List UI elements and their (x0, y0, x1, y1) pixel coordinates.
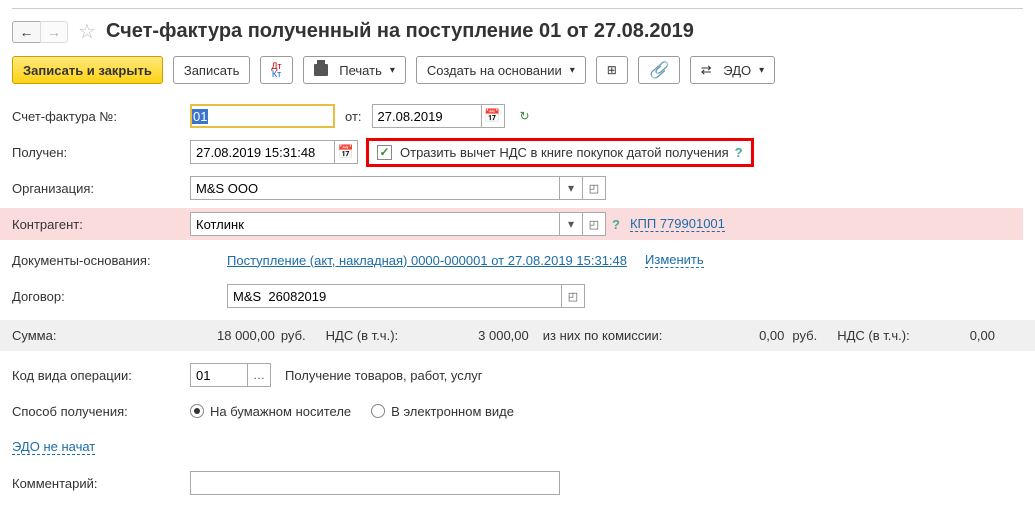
recv-mode-label: Способ получения: (12, 404, 190, 419)
edo-button[interactable]: ⇄ ЭДО▾ (690, 56, 775, 84)
radio-on-icon (190, 404, 204, 418)
vat2-label: НДС (в т.ч.): (837, 328, 910, 343)
vat-label: НДС (в т.ч.): (326, 328, 399, 343)
save-button[interactable]: Записать (173, 56, 251, 84)
edo-icon: ⇄ (701, 63, 712, 78)
received-datetime-input[interactable] (190, 140, 335, 164)
org-label: Организация: (12, 181, 190, 196)
chevron-down-icon: ▾ (759, 65, 764, 76)
invoice-num-input[interactable]: 01 (190, 104, 335, 128)
from-label: от: (345, 109, 362, 124)
refresh-button[interactable]: ↻ (513, 104, 537, 128)
nav-forward-button[interactable]: → (40, 21, 68, 43)
basis-document-link[interactable]: Поступление (акт, накладная) 0000-000001… (227, 253, 627, 268)
opcode-label: Код вида операции: (12, 368, 190, 383)
chevron-down-icon: ▾ (390, 65, 395, 76)
calendar-button[interactable]: 📅 (481, 104, 505, 128)
favorite-star-icon[interactable]: ☆ (78, 19, 96, 44)
kpp-link[interactable]: КПП 779901001 (630, 216, 725, 232)
rub-label-2: руб. (792, 328, 817, 343)
attachment-button[interactable]: 📎 (638, 56, 680, 84)
sum-value: 18 000,00 (217, 328, 275, 343)
contractor-open-button[interactable]: ◰ (582, 212, 606, 236)
vat-deduction-checkbox[interactable]: ✓ (377, 145, 392, 160)
help-icon[interactable]: ? (612, 217, 620, 232)
vat-checkbox-label: Отразить вычет НДС в книге покупок датой… (400, 145, 729, 160)
radio-off-icon (371, 404, 385, 418)
contract-input[interactable] (227, 284, 562, 308)
vat2-value: 0,00 (970, 328, 995, 343)
sum-label: Сумма: (12, 328, 177, 343)
nav-back-button[interactable]: ← (12, 21, 40, 43)
received-label: Получен: (12, 145, 190, 160)
print-button[interactable]: Печать▾ (303, 56, 406, 84)
org-open-button[interactable]: ◰ (582, 176, 606, 200)
printer-icon (314, 64, 328, 76)
recv-electronic-radio[interactable]: В электронном виде (371, 404, 514, 419)
calendar-button[interactable]: 📅 (334, 140, 358, 164)
rub-label: руб. (281, 328, 306, 343)
page-title: Счет-фактура полученный на поступление 0… (106, 20, 694, 43)
help-icon[interactable]: ? (735, 145, 743, 160)
docs-basis-label: Документы-основания: (12, 253, 227, 268)
structure-icon: ⊞ (607, 63, 617, 77)
org-dropdown-button[interactable]: ▾ (559, 176, 583, 200)
expand-icon: ◰ (568, 290, 578, 303)
paperclip-icon: 📎 (649, 60, 669, 80)
opcode-description: Получение товаров, работ, услуг (285, 368, 483, 383)
recv-paper-radio[interactable]: На бумажном носителе (190, 404, 351, 419)
comment-input[interactable] (190, 471, 560, 495)
contractor-label: Контрагент: (12, 217, 190, 232)
comment-label: Комментарий: (12, 476, 190, 491)
invoice-num-label: Счет-фактура №: (12, 109, 190, 124)
save-and-close-button[interactable]: Записать и закрыть (12, 56, 163, 84)
vat-value: 3 000,00 (478, 328, 529, 343)
contractor-input[interactable] (190, 212, 560, 236)
vat-highlight-box: ✓ Отразить вычет НДС в книге покупок дат… (366, 138, 754, 167)
edo-status-link[interactable]: ЭДО не начат (12, 439, 95, 455)
opcode-select-button[interactable]: … (247, 363, 271, 387)
opcode-input[interactable] (190, 363, 248, 387)
org-input[interactable] (190, 176, 560, 200)
dtkt-icon: ДтКт (271, 62, 281, 78)
arrow-left-icon: ← (20, 24, 34, 40)
contract-open-button[interactable]: ◰ (561, 284, 585, 308)
create-based-on-button[interactable]: Создать на основании▾ (416, 56, 586, 84)
commission-label: из них по комиссии: (543, 328, 663, 343)
structure-button[interactable]: ⊞ (596, 56, 628, 84)
expand-icon: ◰ (589, 218, 599, 231)
expand-icon: ◰ (589, 182, 599, 195)
chevron-down-icon: ▾ (570, 65, 575, 76)
commission-value: 0,00 (759, 328, 784, 343)
change-basis-link[interactable]: Изменить (645, 252, 704, 268)
calendar-icon: 📅 (484, 108, 500, 124)
arrow-right-icon: → (47, 24, 61, 40)
contract-label: Договор: (12, 289, 227, 304)
from-date-input[interactable] (372, 104, 482, 128)
calendar-icon: 📅 (338, 144, 354, 160)
dtkt-button[interactable]: ДтКт (260, 56, 292, 84)
contractor-dropdown-button[interactable]: ▾ (559, 212, 583, 236)
